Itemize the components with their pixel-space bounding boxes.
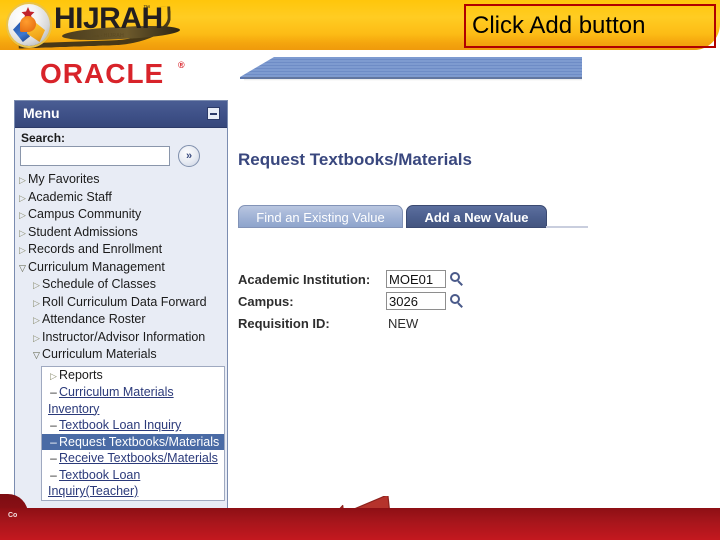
requisition-id-value: NEW xyxy=(388,316,419,331)
menu-item-records-and-enrollment[interactable]: ▷ Records and Enrollment xyxy=(15,241,227,259)
campus-label: Campus: xyxy=(238,294,294,309)
menu-item-curriculum-materials[interactable]: ▽ Curriculum Materials xyxy=(15,346,227,364)
slide-canvas: HIJRAH ™ هجرة · HIJRAH Click Add button … xyxy=(0,0,720,540)
menu-item-label: Attendance Roster xyxy=(42,312,146,326)
tab-add-a-new-value[interactable]: Add a New Value xyxy=(406,205,547,228)
hijrah-logo: HIJRAH ™ هجرة · HIJRAH xyxy=(2,1,192,49)
submenu-item-label: Request Textbooks/Materials xyxy=(59,434,220,449)
requisition-id-label: Requisition ID: xyxy=(238,316,330,331)
logo-tagline: هجرة · HIJRAH xyxy=(88,33,125,39)
menu-item-label: Roll Curriculum Data Forward xyxy=(42,294,207,309)
menu-item-student-admissions[interactable]: ▷ Student Admissions xyxy=(15,224,227,242)
search-label: Search: xyxy=(21,131,66,145)
callout-text: Click Add button xyxy=(472,12,646,39)
chevron-right-icon: ▷ xyxy=(19,245,26,255)
chevron-right-icon: ▷ xyxy=(50,370,57,381)
menu-item-curriculum-management[interactable]: ▽ Curriculum Management xyxy=(15,259,227,277)
menu-item-label: Academic Staff xyxy=(28,189,112,204)
dash-icon: – xyxy=(50,451,57,465)
minimize-icon[interactable] xyxy=(207,107,220,120)
page-title: Request Textbooks/Materials xyxy=(238,150,472,169)
dash-icon: – xyxy=(50,418,57,432)
magnifier-handle xyxy=(457,302,463,308)
menu-item-campus-community[interactable]: ▷ Campus Community xyxy=(15,206,227,224)
submenu-item-curriculum-materials-inventory[interactable]: – Curriculum Materials Inventory xyxy=(42,384,224,417)
menu-pagelet: Menu Search: » ▷ My Favorites ▷ Academic S… xyxy=(14,100,228,524)
oracle-wordmark: ORACLE xyxy=(40,58,165,89)
logo-trademark: ™ xyxy=(143,5,150,12)
chevron-right-icon: ▷ xyxy=(19,192,26,203)
main-content: Request Textbooks/Materials Find an Exis… xyxy=(236,100,720,540)
tab-label: Find an Existing Value xyxy=(256,210,385,225)
submenu-item-textbook-loan-inquiry[interactable]: – Textbook Loan Inquiry xyxy=(42,417,224,434)
submenu-item-label: Textbook Loan Inquiry xyxy=(59,418,182,432)
curriculum-materials-submenu: ▷ Reports – Curriculum Materials Inventory… xyxy=(41,365,225,501)
submenu-item-label: Textbook Loan Inquiry(Teacher) xyxy=(48,467,141,499)
footer-bar xyxy=(0,508,720,540)
menu-item-instructor-advisor-information[interactable]: ▷ Instructor/Advisor Information xyxy=(15,329,227,347)
submenu-item-label: Curriculum Materials Inventory xyxy=(48,385,174,416)
menu-item-label: Curriculum Management xyxy=(28,259,165,274)
chevron-down-icon: ▽ xyxy=(33,350,40,360)
campus-input[interactable] xyxy=(386,292,446,310)
menu-title: Menu xyxy=(23,105,60,121)
chevron-right-icon: ▷ xyxy=(19,175,26,185)
footer-text: Co xyxy=(8,512,18,519)
chevron-right-icon: ▷ xyxy=(33,332,40,343)
menu-tree: ▷ My Favorites ▷ Academic Staff ▷ Campus Co… xyxy=(15,171,227,501)
submenu-item-receive-textbooks-materials[interactable]: – Receive Textbooks/Materials xyxy=(42,450,224,467)
oracle-trademark: ® xyxy=(178,60,185,70)
dash-icon: – xyxy=(50,385,57,399)
header-blue-bar-shadow xyxy=(244,77,582,81)
submenu-item-reports[interactable]: ▷ Reports xyxy=(42,367,224,385)
submenu-item-label: Receive Textbooks/Materials xyxy=(59,451,218,465)
chevron-right-icon: ▷ xyxy=(33,297,40,308)
header-blue-bar xyxy=(240,57,582,79)
menu-item-schedule-of-classes[interactable]: ▷ Schedule of Classes xyxy=(15,276,227,294)
submenu-item-request-textbooks-materials[interactable]: – Request Textbooks/Materials xyxy=(42,433,224,450)
menu-item-academic-staff[interactable]: ▷ Academic Staff xyxy=(15,189,227,207)
academic-institution-label: Academic Institution: xyxy=(238,272,371,287)
tab-label: Add a New Value xyxy=(424,210,529,225)
menu-item-label: My Favorites xyxy=(28,172,100,186)
menu-item-label: Student Admissions xyxy=(28,224,138,239)
chevron-right-icon: ▷ xyxy=(19,210,26,220)
chevron-down-icon: ▽ xyxy=(19,262,26,273)
menu-item-label: Instructor/Advisor Information xyxy=(42,329,206,344)
logo-orange-shape xyxy=(20,16,36,32)
dash-icon: – xyxy=(50,467,57,482)
logo-emblem-icon xyxy=(8,4,50,46)
submenu-item-label: Reports xyxy=(59,367,103,382)
magnifier-icon[interactable] xyxy=(450,272,465,287)
menu-item-label: Records and Enrollment xyxy=(28,242,163,256)
dash-icon: – xyxy=(50,434,57,449)
magnifier-handle xyxy=(457,280,463,286)
menu-item-label: Curriculum Materials xyxy=(42,347,157,361)
menu-item-attendance-roster[interactable]: ▷ Attendance Roster xyxy=(15,311,227,329)
chevron-right-icon: ▷ xyxy=(33,280,40,290)
magnifier-icon[interactable] xyxy=(450,294,465,309)
tab-underline xyxy=(546,226,588,228)
academic-institution-input[interactable] xyxy=(386,270,446,288)
menu-item-label: Schedule of Classes xyxy=(42,277,156,291)
search-go-icon[interactable]: » xyxy=(178,145,200,167)
menu-item-label: Campus Community xyxy=(28,207,142,221)
menu-item-my-favorites[interactable]: ▷ My Favorites xyxy=(15,171,227,189)
submenu-item-textbook-loan-inquiry-teacher[interactable]: – Textbook Loan Inquiry(Teacher) xyxy=(42,467,224,500)
search-input[interactable] xyxy=(20,146,170,166)
chevron-right-icon: ▷ xyxy=(33,315,40,325)
chevron-right-icon: ▷ xyxy=(19,227,26,238)
tab-find-an-existing-value[interactable]: Find an Existing Value xyxy=(238,205,403,228)
menu-item-roll-curriculum-data-forward[interactable]: ▷ Roll Curriculum Data Forward xyxy=(15,294,227,312)
